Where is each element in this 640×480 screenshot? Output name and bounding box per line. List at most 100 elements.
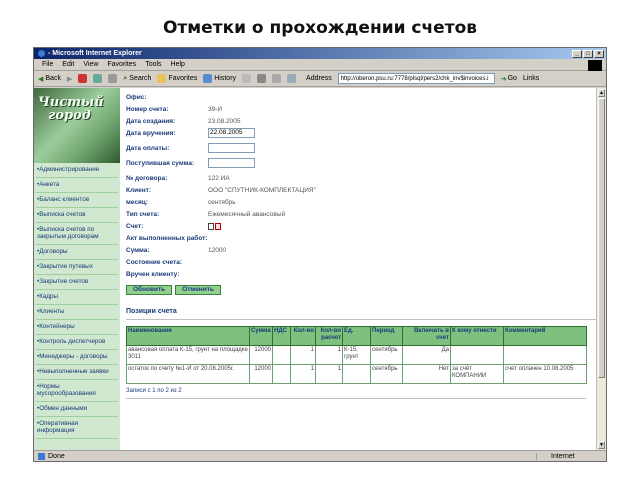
- sidebar-item-data-exchange[interactable]: •Обмен данными: [36, 402, 118, 417]
- cell-name: остаток по счету №1-И от 20.08.2005г.: [126, 364, 250, 384]
- positions-title: Позиции счета: [126, 308, 177, 315]
- handed-row: Вручен клиенту:: [126, 268, 596, 280]
- account-label: Счет:: [126, 222, 144, 230]
- type-value: Ежемесячный авансовый: [208, 210, 286, 218]
- back-button[interactable]: ◀ Back: [38, 75, 61, 83]
- menu-file[interactable]: File: [42, 61, 53, 68]
- paid-label: Дата оплаты:: [126, 144, 170, 152]
- sidebar: Чистый город •Администрирование •Анкета …: [34, 88, 120, 450]
- refresh-form-button[interactable]: Обновить: [126, 285, 173, 295]
- sidebar-item-client-balance[interactable]: •Баланс клиентов: [36, 193, 118, 208]
- col-period: Период: [370, 326, 403, 346]
- invoice-no-row: Номер счета: 39-И: [126, 103, 596, 115]
- table-row[interactable]: авансовая оплата К-15, грунт на площадке…: [126, 345, 587, 365]
- created-label: Дата создания:: [126, 117, 176, 125]
- sidebar-item-clients[interactable]: •Клиенты: [36, 305, 118, 320]
- edit-icon: [272, 74, 282, 83]
- minimize-button[interactable]: _: [572, 49, 582, 58]
- menu-tools[interactable]: Tools: [145, 61, 161, 68]
- cell-include: Да: [402, 345, 451, 365]
- mail-icon: [242, 74, 252, 83]
- search-button[interactable]: ⌕ Search: [123, 75, 151, 83]
- sidebar-item-waste-norms[interactable]: •Нормы мусорообразования: [36, 380, 118, 402]
- sidebar-item-admin[interactable]: •Администрирование: [36, 163, 118, 178]
- favorites-button[interactable]: Favorites: [157, 74, 197, 83]
- col-sum: Сумма: [249, 326, 273, 346]
- invoice-file-links[interactable]: [208, 222, 221, 230]
- page-content: Чистый город •Администрирование •Анкета …: [34, 88, 597, 450]
- pdf-icon[interactable]: [215, 222, 221, 230]
- col-include: Включать в счет: [402, 326, 451, 346]
- cell-comment: [503, 345, 587, 365]
- print-button[interactable]: [257, 74, 267, 83]
- mail-button[interactable]: [242, 74, 252, 83]
- cell-vat: [272, 364, 291, 384]
- vertical-scrollbar[interactable]: ▲ ▼: [596, 88, 606, 450]
- history-button[interactable]: History: [203, 74, 236, 83]
- logo: Чистый город: [34, 88, 120, 163]
- created-value: 23.08.2005: [208, 117, 241, 125]
- edit-button[interactable]: [272, 74, 282, 83]
- contract-row: № договора: 122 ИА: [126, 172, 596, 184]
- sidebar-item-close-invoices[interactable]: •Закрытие счетов: [36, 275, 118, 290]
- menu-edit[interactable]: Edit: [62, 61, 74, 68]
- sidebar-item-staff[interactable]: •Кадры: [36, 290, 118, 305]
- history-label: History: [214, 75, 237, 82]
- slide-title: Отметки о прохождении счетов: [162, 18, 478, 38]
- sidebar-item-pending-requests[interactable]: •Невыполненные заявки: [36, 365, 118, 380]
- address-bar[interactable]: http://oberon.psu.ru:7778/plsql/pers2/ch…: [337, 73, 495, 84]
- scroll-down-icon[interactable]: ▼: [598, 441, 605, 449]
- received-sum-field[interactable]: [208, 158, 255, 168]
- delivered-date-field[interactable]: 22.08.2005: [208, 128, 255, 138]
- table-row[interactable]: остаток по счету №1-И от 20.08.2005г. 12…: [126, 364, 587, 384]
- sidebar-item-invoices[interactable]: •Выписка счетов: [36, 208, 118, 223]
- cell-name: авансовая оплата К-15, грунт на площадке…: [126, 345, 250, 365]
- sidebar-item-contracts[interactable]: •Договоры: [36, 245, 118, 260]
- act-label: Акт выполненных работ:: [126, 234, 208, 242]
- month-value: сентябрь: [208, 198, 236, 206]
- sidebar-item-survey[interactable]: •Анкета: [36, 178, 118, 193]
- cell-qty: 1: [290, 364, 316, 384]
- forward-button[interactable]: ▶: [67, 75, 72, 83]
- sidebar-item-invoices-closed[interactable]: •Выписка счетов по закрытым договорам: [36, 223, 118, 245]
- menu-bar: File Edit View Favorites Tools Help: [34, 59, 606, 71]
- scroll-thumb[interactable]: [598, 98, 605, 378]
- scroll-up-icon[interactable]: ▲: [598, 89, 605, 97]
- close-button[interactable]: ×: [594, 49, 604, 58]
- client-label: Клиент:: [126, 186, 151, 194]
- menu-view[interactable]: View: [83, 61, 98, 68]
- account-row: Счет:: [126, 220, 596, 232]
- cell-unit: К-15, грунт: [342, 345, 371, 365]
- sidebar-item-close-routes[interactable]: •Закрытие путевых: [36, 260, 118, 275]
- sidebar-item-managers[interactable]: •Менеджеры - договоры: [36, 350, 118, 365]
- status-text: Done: [48, 452, 65, 460]
- sidebar-item-operational-info[interactable]: •Оперативная информация: [36, 417, 118, 439]
- window-title: - Microsoft Internet Explorer: [48, 50, 142, 57]
- stop-button[interactable]: [78, 74, 88, 83]
- sidebar-item-containers[interactable]: •Контейнеры: [36, 320, 118, 335]
- delivered-row: Дата вручения: 22.08.2005: [126, 127, 596, 139]
- discuss-button[interactable]: [287, 74, 297, 83]
- menu-favorites[interactable]: Favorites: [107, 61, 136, 68]
- sidebar-item-dispatch-control[interactable]: •Контроль диспетчеров: [36, 335, 118, 350]
- invoice-no-value: 39-И: [208, 105, 223, 113]
- document-icon[interactable]: [208, 222, 214, 230]
- paid-date-field[interactable]: [208, 143, 255, 153]
- home-button[interactable]: [108, 74, 118, 83]
- client-value: ООО "СПУТНИК-КОМПЛЕКТАЦИЯ": [208, 186, 316, 194]
- paid-row: Дата оплаты:: [126, 142, 596, 154]
- client-row: Клиент: ООО "СПУТНИК-КОМПЛЕКТАЦИЯ": [126, 184, 596, 196]
- links-button[interactable]: Links: [523, 75, 539, 82]
- menu-help[interactable]: Help: [171, 61, 185, 68]
- office-label: Офис:: [126, 93, 147, 101]
- cell-period: сентябрь: [370, 345, 403, 365]
- cell-unit: [342, 364, 371, 384]
- maximize-button[interactable]: □: [583, 49, 593, 58]
- refresh-button[interactable]: [93, 74, 103, 83]
- go-button[interactable]: ➔ Go: [501, 75, 517, 83]
- cancel-button[interactable]: Отменить: [175, 285, 221, 295]
- stop-icon: [78, 74, 88, 83]
- cell-period: сентябрь: [370, 364, 403, 384]
- address-label: Address: [306, 75, 332, 82]
- back-label: Back: [45, 75, 61, 82]
